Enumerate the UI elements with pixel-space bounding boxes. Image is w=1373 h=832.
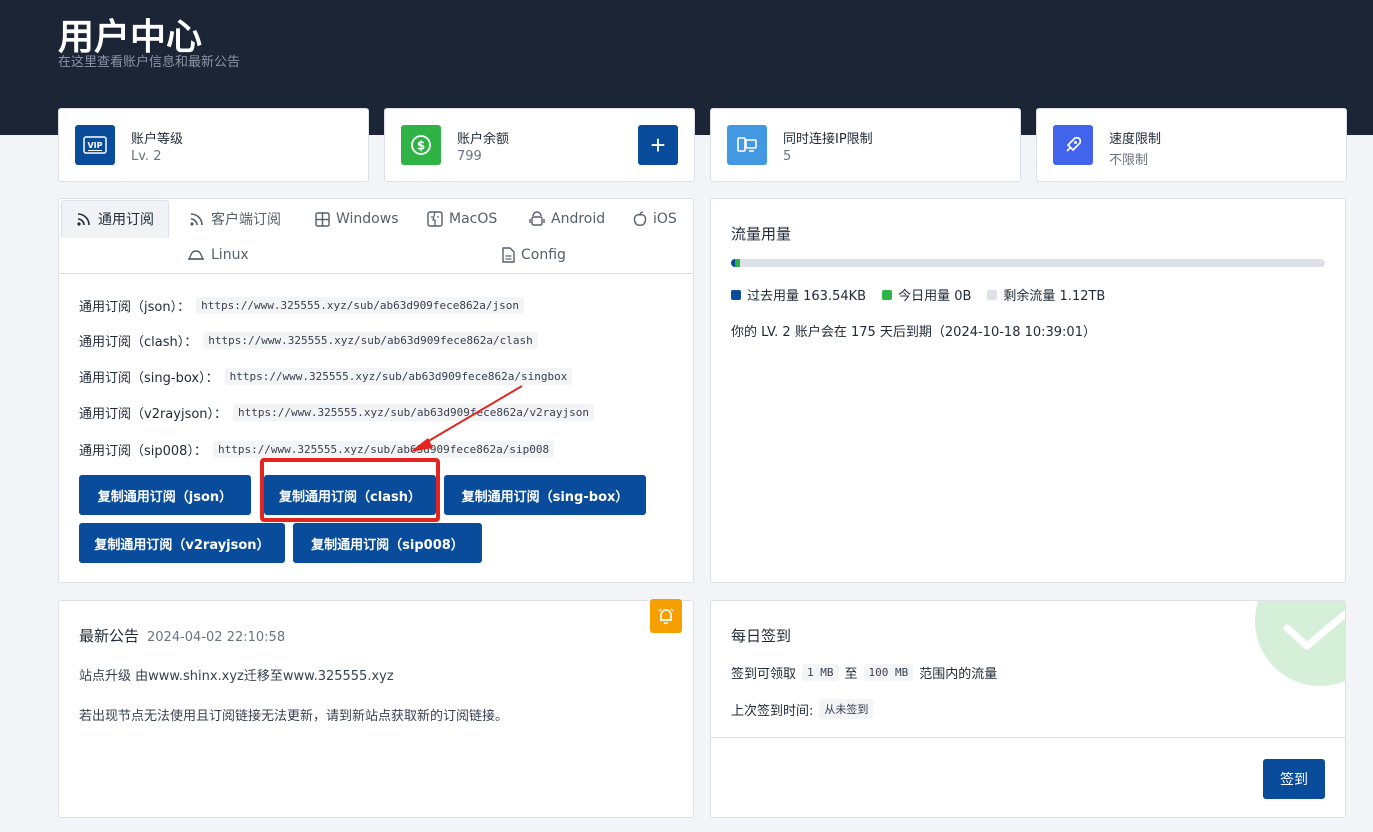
announcement-title-row: 最新公告 2024-04-02 22:10:58: [79, 625, 285, 646]
android-icon: [529, 211, 545, 226]
sub-row-clash: 通用订阅（clash）： https://www.325555.xyz/sub/…: [79, 331, 538, 350]
tab-android[interactable]: Android: [529, 200, 605, 238]
checkin-to: 至: [844, 667, 858, 682]
vip-icon: VIP: [75, 125, 115, 165]
legend-past: 过去用量 163.54KB: [731, 285, 866, 304]
checkin-title: 每日签到: [731, 627, 792, 645]
legend-dot: [882, 289, 893, 300]
copy-singbox-button[interactable]: 复制通用订阅（sing-box）: [444, 475, 646, 515]
legend-dot: [731, 289, 741, 300]
announcement-date: 2024-04-02 22:10:58: [147, 630, 286, 645]
checkin-card: 每日签到 签到可领取 1 MB 至 100 MB 范围内的流量 上次签到时间: …: [710, 600, 1346, 818]
rss-icon: [77, 213, 90, 226]
stat-label: 速度限制: [1109, 132, 1162, 147]
announcement-card: 最新公告 2024-04-02 22:10:58 站点升级 由www.shinx.…: [58, 599, 694, 818]
sub-label: 通用订阅（sip008）：: [79, 444, 207, 459]
tab-windows[interactable]: Windows: [315, 200, 399, 238]
tab-linux[interactable]: Linux: [187, 236, 249, 274]
tab-universal-sub[interactable]: 通用订阅: [61, 200, 169, 238]
sub-row-json: 通用订阅（json）： https://www.325555.xyz/sub/a…: [79, 296, 524, 315]
announcement-line: 站点升级 由www.shinx.xyz迁移至www.325555.xyz: [79, 669, 394, 684]
checkin-range-prefix: 签到可领取: [731, 667, 797, 682]
apple-icon: [633, 211, 647, 226]
subscription-card: 通用订阅 客户端订阅 Windows MacOS Android iOS Lin…: [58, 198, 694, 583]
tab-label: iOS: [653, 211, 677, 227]
legend-past-label: 过去用量 163.54KB: [747, 289, 867, 304]
tab-config[interactable]: Config: [501, 236, 566, 274]
highlight-box: [260, 458, 440, 522]
checkin-range-row: 签到可领取 1 MB 至 100 MB 范围内的流量: [731, 663, 997, 682]
tab-label: Windows: [336, 211, 399, 227]
annotation-arrow-icon: [410, 385, 523, 452]
windows-icon: [315, 211, 330, 227]
bell-icon: [650, 599, 682, 633]
traffic-today-fill: [735, 259, 740, 267]
traffic-progress-bar: [731, 259, 1325, 267]
checkin-max: 100 MB: [863, 664, 914, 681]
checkin-min: 1 MB: [802, 664, 839, 681]
tab-ios[interactable]: iOS: [633, 200, 677, 238]
rocket-icon: [1053, 125, 1093, 165]
checkin-divider: [711, 737, 1345, 738]
stat-value: 5: [783, 149, 792, 164]
tab-label: Linux: [211, 247, 249, 263]
legend-today: 今日用量 0B: [882, 285, 971, 304]
stat-card-speed: 速度限制 不限制: [1036, 108, 1347, 182]
devices-icon: [727, 125, 767, 165]
file-icon: [502, 247, 515, 263]
traffic-legend: 过去用量 163.54KB 今日用量 0B 剩余流量 1.12TB: [731, 285, 1105, 304]
dollar-icon: $: [401, 125, 441, 165]
page-subtitle: 在这里查看账户信息和最新公告: [58, 55, 241, 70]
tab-label: Config: [521, 247, 566, 263]
stat-value: Lv. 2: [131, 149, 162, 164]
tabs-divider: [59, 273, 693, 274]
checkin-last-label: 上次签到时间:: [731, 703, 814, 719]
copy-sip008-button[interactable]: 复制通用订阅（sip008）: [293, 523, 482, 563]
sub-url[interactable]: https://www.325555.xyz/sub/ab63d909fece8…: [196, 297, 524, 314]
copy-v2rayjson-button[interactable]: 复制通用订阅（v2rayjson）: [79, 523, 285, 563]
tab-label: 客户端订阅: [211, 212, 281, 228]
sub-label: 通用订阅（sing-box）：: [79, 371, 219, 386]
stat-card-level: VIP 账户等级 Lv. 2: [58, 108, 369, 182]
sub-url[interactable]: https://www.325555.xyz/sub/ab63d909fece8…: [203, 332, 538, 349]
stat-card-ip-limit: 同时连接IP限制 5: [710, 108, 1021, 182]
legend-dot: [987, 289, 998, 300]
tab-label: 通用订阅: [98, 212, 154, 228]
add-balance-button[interactable]: +: [638, 125, 678, 165]
checkin-button[interactable]: 签到: [1263, 759, 1325, 799]
checkmark-icon: [1255, 601, 1345, 686]
sub-label: 通用订阅（clash）：: [79, 335, 198, 350]
sub-label: 通用订阅（v2rayjson）：: [79, 407, 228, 422]
traffic-card: 流量用量 过去用量 163.54KB 今日用量 0B 剩余流量 1.12TB 你…: [710, 198, 1346, 583]
linux-icon: [188, 250, 204, 260]
svg-text:VIP: VIP: [87, 141, 102, 150]
stat-value: 799: [457, 149, 482, 164]
tab-client-sub[interactable]: 客户端订阅: [189, 200, 281, 238]
announcement-title: 最新公告: [79, 627, 140, 645]
finder-icon: [427, 211, 443, 227]
stat-label: 账户余额: [457, 132, 510, 147]
tab-label: Android: [551, 211, 606, 227]
legend-remaining: 剩余流量 1.12TB: [987, 285, 1105, 304]
checkin-last-value: 从未签到: [819, 699, 874, 719]
traffic-title: 流量用量: [731, 225, 792, 243]
checkin-last-row: 上次签到时间: 从未签到: [731, 699, 879, 719]
stat-card-balance: $ 账户余额 799 +: [384, 108, 695, 182]
legend-today-label: 今日用量 0B: [898, 289, 972, 304]
copy-json-button[interactable]: 复制通用订阅（json）: [79, 475, 251, 515]
announcement-line: 若出现节点无法使用且订阅链接无法更新，请到新站点获取新的订阅链接。: [79, 709, 509, 724]
expire-text: 你的 LV. 2 账户会在 175 天后到期（2024-10-18 10:39:…: [731, 325, 1096, 340]
stat-label: 账户等级: [131, 132, 184, 147]
checkin-range-suffix: 范围内的流量: [919, 667, 998, 682]
tab-label: MacOS: [449, 211, 498, 227]
legend-remaining-label: 剩余流量 1.12TB: [1003, 289, 1106, 304]
rss-icon: [190, 213, 203, 226]
sub-label: 通用订阅（json）：: [79, 300, 191, 315]
stat-label: 同时连接IP限制: [783, 132, 873, 147]
stat-value: 不限制: [1109, 153, 1149, 168]
svg-text:$: $: [417, 139, 425, 153]
tab-macos[interactable]: MacOS: [427, 200, 497, 238]
